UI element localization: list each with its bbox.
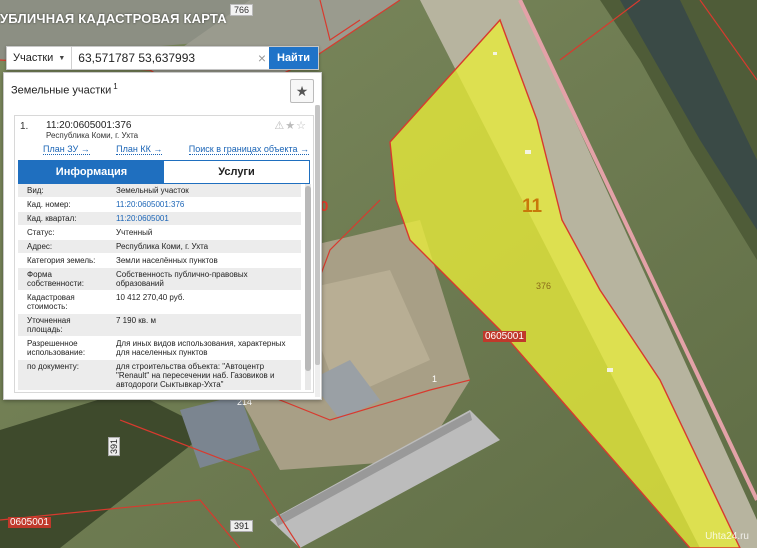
panel-scrollbar-thumb[interactable]	[315, 105, 320, 365]
parcel-number-label[interactable]: 11	[522, 196, 542, 218]
panel-header: Земельные участки 1 ★	[4, 73, 321, 109]
search-in-bounds-link[interactable]: Поиск в границах объекта →	[188, 144, 309, 155]
search-button[interactable]: Найти	[269, 47, 318, 69]
info-key: Кад. номер:	[27, 200, 71, 209]
info-value-link[interactable]: 11:20:0605001	[112, 212, 301, 225]
map-label-391-vertical: 391	[108, 437, 120, 457]
info-value: для строительства объекта: "Автоцентр "R…	[116, 362, 275, 389]
favorite-star-icon[interactable]: ★	[290, 79, 314, 103]
info-row: Вид: Земельный участок	[18, 184, 301, 198]
info-key: Форма собственности:	[27, 270, 84, 288]
plan-kk-link[interactable]: План КК →	[116, 144, 163, 155]
panel-scrollbar[interactable]	[315, 105, 320, 397]
parcel-subnumber-label: 376	[536, 281, 552, 291]
search-input[interactable]	[72, 47, 255, 69]
map-title: УБЛИЧНАЯ КАДАСТРОВАЯ КАРТА	[0, 11, 227, 26]
info-value: Учтенный	[116, 228, 153, 237]
info-key: Разрешенное использование:	[27, 339, 86, 357]
info-value: 10 412 270,40 руб.	[116, 293, 185, 302]
info-row: Статус: Учтенный	[18, 226, 301, 240]
quarter-label: 0605001	[8, 517, 51, 528]
map-label-1: 1	[432, 374, 438, 384]
result-cadastral-id[interactable]: 11:20:0605001:376	[46, 120, 131, 131]
info-key: Кадастровая стоимость:	[27, 293, 75, 311]
info-row: Кад. квартал: 11:20:0605001	[18, 212, 301, 226]
info-row: Категория земель: Земли населённых пункто…	[18, 254, 301, 268]
quarter-label: 0605001	[483, 331, 526, 342]
info-scrollbar-thumb[interactable]	[305, 186, 311, 371]
search-type-select[interactable]: Участки ▼	[7, 47, 73, 69]
result-address: Республика Коми, г. Ухта	[46, 131, 139, 140]
result-card: 1. 11:20:0605001:376 Республика Коми, г.…	[14, 115, 314, 393]
info-row: Адрес: Республика Коми, г. Ухта	[18, 240, 301, 254]
chevron-down-icon: ▼	[58, 54, 66, 62]
search-bar: Участки ▼ × Найти	[6, 46, 319, 70]
result-links: План ЗУ → План КК → Поиск в границах объ…	[43, 144, 309, 155]
info-value: Республика Коми, г. Ухта	[116, 242, 209, 251]
info-value-link[interactable]: 11:20:0605001:376	[112, 198, 301, 211]
tab-services[interactable]: Услуги	[164, 161, 309, 183]
info-value: 7 190 кв. м	[116, 316, 156, 325]
info-row: Разрешенное использование: Для иных видов…	[18, 337, 301, 360]
results-panel: Земельные участки 1 ★ 1. 11:20:0605001:37…	[3, 72, 322, 400]
info-value: Собственность публично-правовых образова…	[116, 270, 248, 288]
watermark: Uhta24.ru	[705, 531, 749, 542]
info-key: Кад. квартал:	[27, 214, 77, 223]
info-row: Кадастровая стоимость: 10 412 270,40 руб.	[18, 291, 301, 314]
info-scrollbar[interactable]	[305, 184, 311, 390]
info-key: Статус:	[27, 228, 55, 237]
info-key: Категория земель:	[27, 256, 96, 265]
result-tabs: Информация Услуги	[18, 160, 310, 184]
info-key: Уточненная площадь:	[27, 316, 71, 334]
info-key: Вид:	[27, 186, 44, 195]
info-row: Кад. номер: 11:20:0605001:376	[18, 198, 301, 212]
tab-information[interactable]: Информация	[19, 161, 164, 183]
info-table: Вид: Земельный участок Кад. номер: 11:20:0…	[18, 184, 301, 390]
result-warning-star-icons[interactable]: ⚠★☆	[274, 119, 307, 132]
plan-zu-link[interactable]: План ЗУ →	[43, 144, 90, 155]
result-number: 1.	[20, 121, 29, 132]
results-count: 1	[113, 82, 118, 91]
info-key: Адрес:	[27, 242, 53, 251]
info-value: Земельный участок	[116, 186, 189, 195]
panel-title-text: Земельные участки	[11, 84, 112, 97]
info-value: Для иных видов использования, характерны…	[116, 339, 286, 357]
info-key: по документу:	[27, 362, 79, 371]
info-value: Земли населённых пунктов	[116, 256, 218, 265]
info-row: Уточненная площадь: 7 190 кв. м	[18, 314, 301, 337]
map-label-391: 391	[230, 520, 254, 532]
map-label-766: 766	[230, 4, 254, 16]
info-row: Форма собственности: Собственность публич…	[18, 268, 301, 291]
search-type-label: Участки	[13, 52, 54, 64]
panel-title: Земельные участки 1	[11, 82, 118, 97]
info-row: по документу: для строительства объекта: …	[18, 360, 301, 390]
clear-icon[interactable]: ×	[255, 50, 269, 66]
